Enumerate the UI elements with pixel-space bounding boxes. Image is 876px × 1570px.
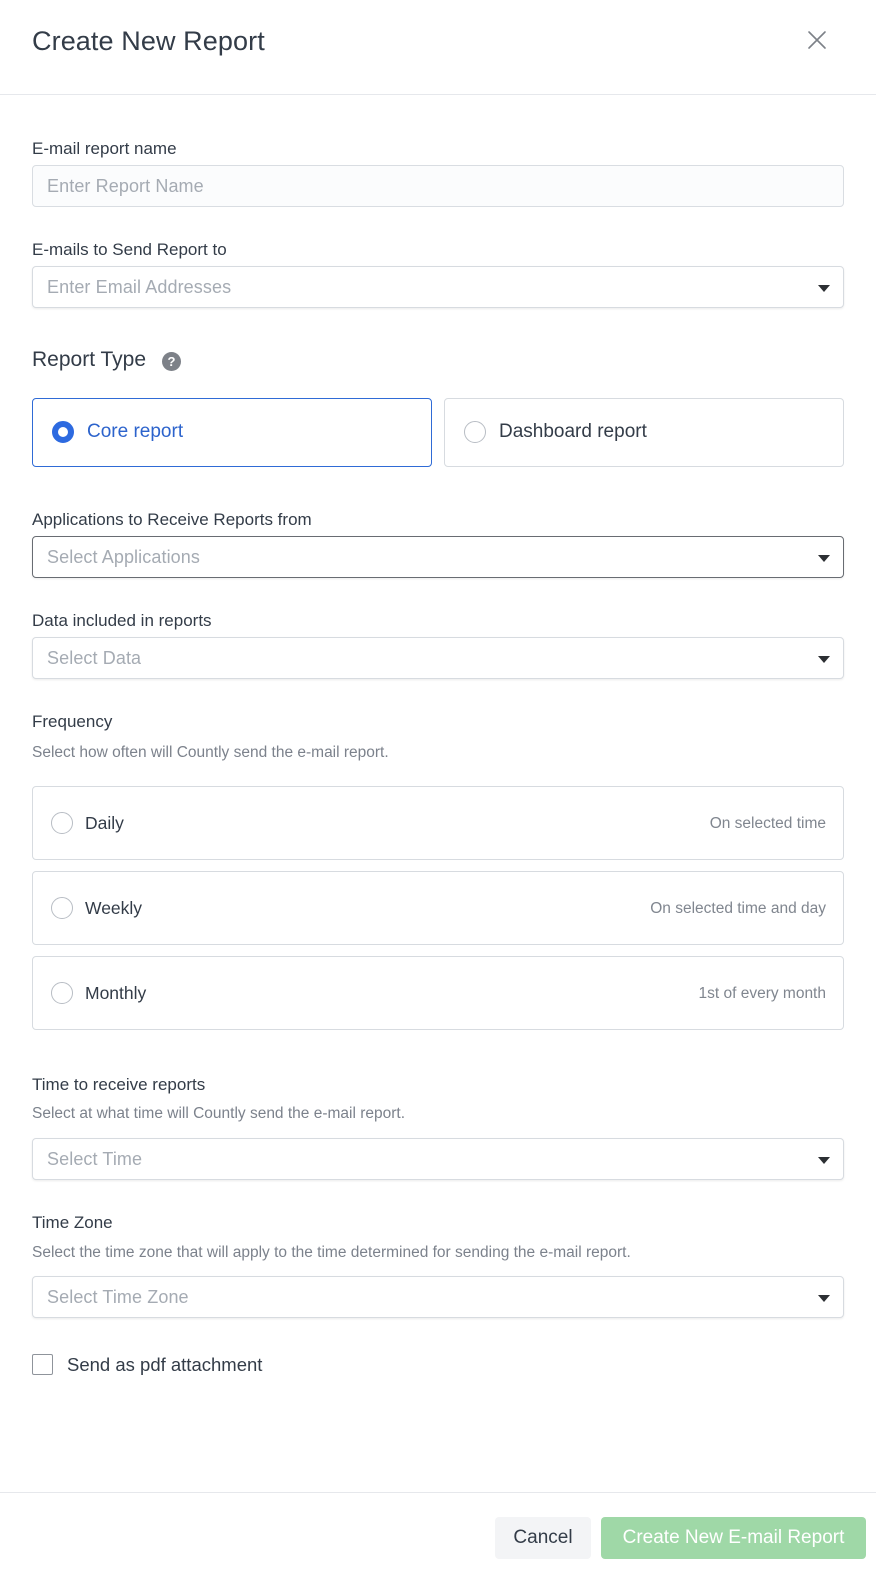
emails-label: E-mails to Send Report to xyxy=(32,240,227,259)
frequency-label: Frequency xyxy=(32,712,113,731)
cancel-button[interactable]: Cancel xyxy=(495,1517,591,1559)
chevron-down-icon xyxy=(818,555,830,562)
report-type-dashboard-label: Dashboard report xyxy=(499,421,647,442)
chevron-down-icon xyxy=(818,656,830,663)
frequency-description: Select how often will Countly send the e… xyxy=(32,744,389,761)
applications-select[interactable]: Select Applications xyxy=(32,536,844,578)
frequency-monthly-label: Monthly xyxy=(85,983,147,1003)
timezone-select[interactable]: Select Time Zone xyxy=(32,1276,844,1318)
radio-dashboard[interactable] xyxy=(464,421,486,443)
frequency-weekly-hint: On selected time and day xyxy=(650,900,826,917)
data-select[interactable]: Select Data xyxy=(32,637,844,679)
data-label: Data included in reports xyxy=(32,611,212,630)
create-report-button[interactable]: Create New E-mail Report xyxy=(601,1517,866,1559)
time-placeholder: Select Time xyxy=(47,1149,143,1169)
radio-core[interactable] xyxy=(52,421,74,443)
dialog-footer: Cancel Create New E-mail Report xyxy=(0,1492,876,1570)
report-name-label: E-mail report name xyxy=(32,139,177,158)
frequency-daily-label: Daily xyxy=(85,813,124,833)
chevron-down-icon xyxy=(818,1295,830,1302)
close-icon[interactable] xyxy=(805,28,829,52)
report-type-title: Report Type xyxy=(32,348,147,371)
timezone-description: Select the time zone that will apply to … xyxy=(32,1244,631,1261)
frequency-monthly[interactable]: Monthly 1st of every month xyxy=(32,956,844,1030)
page-title: Create New Report xyxy=(32,26,265,56)
emails-select[interactable]: Enter Email Addresses xyxy=(32,266,844,308)
report-type-dashboard[interactable]: Dashboard report xyxy=(444,398,844,467)
frequency-weekly-label: Weekly xyxy=(85,898,143,918)
frequency-weekly[interactable]: Weekly On selected time and day xyxy=(32,871,844,945)
data-placeholder: Select Data xyxy=(47,648,142,668)
radio-monthly[interactable] xyxy=(51,982,73,1004)
emails-placeholder: Enter Email Addresses xyxy=(47,277,232,297)
applications-label: Applications to Receive Reports from xyxy=(32,510,312,529)
applications-placeholder: Select Applications xyxy=(47,547,200,567)
frequency-daily-hint: On selected time xyxy=(709,815,826,832)
time-label: Time to receive reports xyxy=(32,1075,206,1094)
report-name-input[interactable]: Enter Report Name xyxy=(32,165,844,207)
pdf-checkbox-label[interactable]: Send as pdf attachment xyxy=(67,1354,262,1376)
chevron-down-icon xyxy=(818,1157,830,1164)
radio-daily[interactable] xyxy=(51,812,73,834)
chevron-down-icon xyxy=(818,285,830,292)
frequency-daily[interactable]: Daily On selected time xyxy=(32,786,844,860)
time-description: Select at what time will Countly send th… xyxy=(32,1105,406,1122)
pdf-checkbox[interactable] xyxy=(32,1354,53,1375)
report-type-core[interactable]: Core report xyxy=(32,398,432,467)
report-name-placeholder: Enter Report Name xyxy=(47,176,204,196)
timezone-placeholder: Select Time Zone xyxy=(47,1287,189,1307)
frequency-monthly-hint: 1st of every month xyxy=(698,985,826,1002)
report-type-core-label: Core report xyxy=(87,421,184,442)
timezone-label: Time Zone xyxy=(32,1213,113,1232)
help-icon[interactable]: ? xyxy=(162,352,181,371)
time-select[interactable]: Select Time xyxy=(32,1138,844,1180)
dialog-header: Create New Report xyxy=(0,0,876,95)
radio-weekly[interactable] xyxy=(51,897,73,919)
